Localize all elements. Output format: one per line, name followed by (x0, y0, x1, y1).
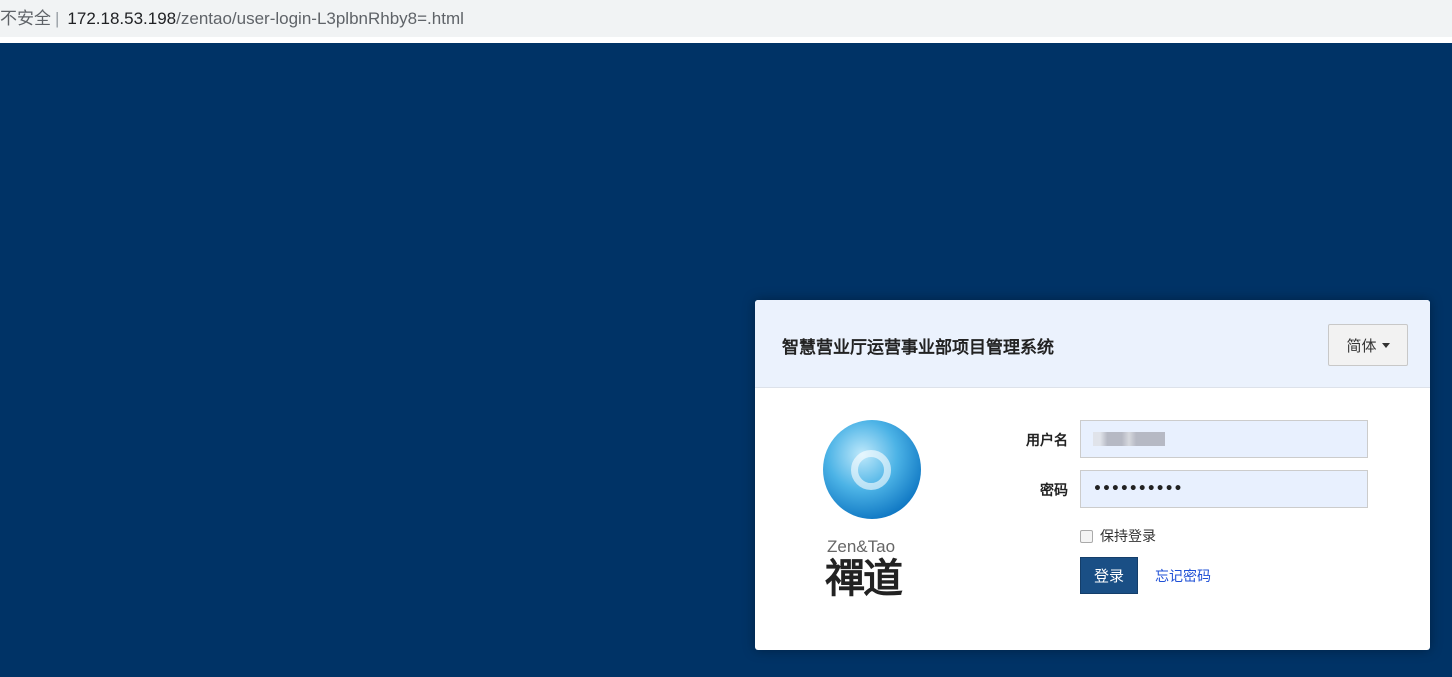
username-input[interactable] (1080, 420, 1368, 458)
zentao-logo: Zen&Tao 禪道 (823, 420, 921, 601)
globe-logo-icon (823, 420, 921, 519)
password-input[interactable]: •••••••••• (1080, 470, 1368, 508)
url-path: /zentao/user-login-L3plbnRhby8=.html (176, 9, 464, 28)
language-dropdown[interactable]: 简体 (1328, 324, 1408, 366)
url-host: 172.18.53.198 (67, 9, 177, 28)
logo-text-cn: 禪道 (825, 556, 903, 602)
login-panel: 智慧营业厅运营事业部项目管理系统 简体 Zen&Tao 禪道 用户名 密码 ••… (755, 300, 1430, 650)
logo-text-en: Zen&Tao (827, 537, 896, 556)
language-label: 简体 (1346, 336, 1377, 355)
login-header: 智慧营业厅运营事业部项目管理系统 简体 (755, 300, 1430, 388)
forgot-password-link[interactable]: 忘记密码 (1155, 566, 1211, 586)
separator: | (55, 9, 60, 28)
login-button[interactable]: 登录 (1080, 557, 1138, 594)
system-title: 智慧营业厅运营事业部项目管理系统 (782, 338, 1054, 358)
caret-down-icon (1381, 342, 1390, 348)
checkbox-icon[interactable] (1080, 529, 1093, 543)
keep-login-checkbox[interactable]: 保持登录 (1080, 526, 1156, 546)
username-label: 用户名 (1026, 433, 1068, 449)
password-label: 密码 (1040, 483, 1068, 499)
blurred-username (1093, 432, 1165, 446)
address-bar[interactable]: 不安全 | 172.18.53.198/zentao/user-login-L3pl… (0, 0, 1452, 37)
keep-login-label: 保持登录 (1100, 529, 1156, 545)
security-label[interactable]: 不安全 (0, 9, 51, 28)
